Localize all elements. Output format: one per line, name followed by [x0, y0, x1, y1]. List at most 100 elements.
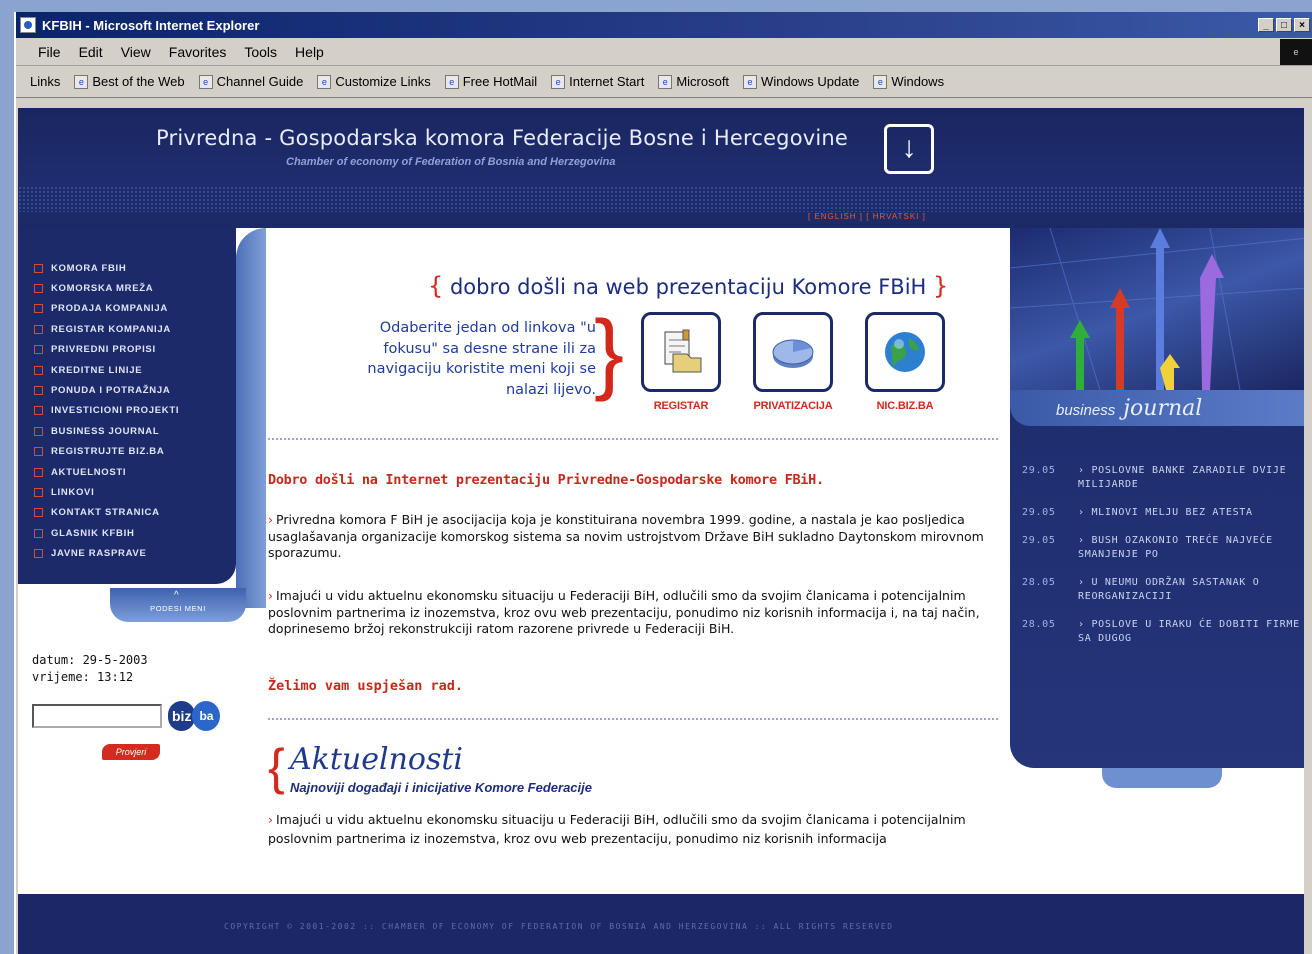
menu-favorites[interactable]: Favorites [169, 44, 227, 60]
news-item[interactable]: 28.05 POSLOVE U IRAKU ĆE DOBITI FIRME SA … [1022, 618, 1302, 646]
journal-panel-tail [1102, 768, 1222, 788]
link-label: Best of the Web [92, 74, 185, 89]
nav-item-investicioni[interactable]: INVESTICIONI PROJEKTI [34, 401, 179, 421]
nav-item-komora[interactable]: KOMORA FBIH [34, 258, 179, 278]
nav-item-label: AKTUELNOSTI [51, 466, 127, 478]
minimize-button[interactable]: _ [1258, 18, 1274, 32]
news-item[interactable]: 29.05 POSLOVNE BANKE ZARADILE DVIJE MILIJ… [1022, 464, 1302, 492]
nav-item-business-journal[interactable]: BUSINESS JOURNAL [34, 421, 179, 441]
pie-chart-icon [753, 312, 833, 392]
square-bullet-icon [34, 365, 43, 375]
news-title: U NEUMU ODRŽAN SASTANAK O REORGANIZACIJI [1078, 576, 1302, 604]
site-subtitle: Chamber of economy of Federation of Bosn… [286, 156, 616, 168]
link-customize-links[interactable]: e Customize Links [317, 74, 431, 89]
nav-item-registrujte[interactable]: REGISTRUJTE BIZ.BA [34, 442, 179, 462]
page-icon: e [873, 74, 888, 89]
paragraph-text: Privredna komora F BiH je asocijacija ko… [268, 512, 984, 560]
square-bullet-icon [34, 263, 43, 273]
focus-nic-biz-ba[interactable]: NIC.BIZ.BA [850, 312, 960, 412]
lang-hrvatski-link[interactable]: [ HRVATSKI ] [866, 212, 926, 221]
check-button[interactable]: Provjeri [102, 744, 160, 760]
arrow-down-icon[interactable]: ↓ [884, 124, 934, 174]
window-title: KFBIH - Microsoft Internet Explorer [42, 17, 260, 33]
journal-title: business journal [1056, 396, 1202, 421]
square-bullet-icon [34, 345, 43, 355]
browser-window: KFBIH - Microsoft Internet Explorer _ □ … [14, 12, 1312, 954]
square-bullet-icon [34, 508, 43, 518]
paragraph-3: › Imajući u vidu aktuelnu ekonomsku situa… [268, 810, 998, 848]
nav-item-propisi[interactable]: PRIVREDNI PROPISI [34, 340, 179, 360]
news-section-subtitle: Najnoviji događaji i inicijative Komore … [290, 780, 592, 795]
brace-open-icon: { [268, 739, 285, 795]
menu-file[interactable]: File [38, 44, 61, 60]
arrow-bullet-icon: › [268, 512, 273, 527]
news-item[interactable]: 29.05 BUSH OZAKONIO TREĆE NAJVEĆE SMANJEN… [1022, 534, 1302, 562]
nav-item-aktuelnosti[interactable]: AKTUELNOSTI [34, 462, 179, 482]
site-header: Privredna - Gospodarska komora Federacij… [18, 108, 1308, 228]
news-item[interactable]: 29.05 MLINOVI MELJU BEZ ATESTA [1022, 506, 1302, 520]
news-section-title: Aktuelnosti [290, 742, 463, 777]
link-label: Customize Links [335, 74, 431, 89]
nav-item-javne-rasprave[interactable]: JAVNE RASPRAVE [34, 543, 179, 563]
close-button[interactable]: × [1294, 18, 1310, 32]
main-heading: Dobro došli na Internet prezentaciju Pri… [268, 472, 824, 488]
welcome-text: dobro došli na web prezentaciju Komore F… [449, 275, 927, 299]
left-navigation: KOMORA FBIH KOMORSKA MREŽA PRODAJA KOMPA… [18, 228, 236, 584]
menu-tools[interactable]: Tools [244, 44, 277, 60]
journal-news-list: 29.05 POSLOVNE BANKE ZARADILE DVIJE MILIJ… [1022, 464, 1302, 660]
focus-registar[interactable]: REGISTAR [626, 312, 736, 412]
time-label: vrijeme: 13:12 [32, 670, 134, 684]
link-microsoft[interactable]: e Microsoft [658, 74, 729, 89]
nav-item-kontakt[interactable]: KONTAKT STRANICA [34, 503, 179, 523]
ie-app-icon [20, 17, 36, 33]
big-brace-icon: } [594, 303, 625, 403]
square-bullet-icon [34, 467, 43, 477]
menu-help[interactable]: Help [295, 44, 324, 60]
lang-english-link[interactable]: [ ENGLISH ] [808, 212, 863, 221]
nav-item-kreditne[interactable]: KREDITNE LINIJE [34, 360, 179, 380]
link-channel-guide[interactable]: e Channel Guide [198, 74, 304, 89]
links-bar: Links e Best of the Web e Channel Guide eC… [16, 66, 1312, 98]
link-free-hotmail[interactable]: e Free HotMail [444, 74, 537, 89]
nav-item-registar[interactable]: REGISTAR KOMPANIJA [34, 319, 179, 339]
domain-search-input[interactable] [32, 704, 162, 728]
maximize-button[interactable]: □ [1276, 18, 1292, 32]
focus-label: NIC.BIZ.BA [876, 400, 934, 412]
nav-item-label: KONTAKT STRANICA [51, 507, 160, 519]
growth-arrows-image [1010, 228, 1308, 390]
vertical-scrollbar[interactable] [1304, 108, 1312, 954]
journal-title-journal: journal [1123, 396, 1203, 421]
nav-item-label: KOMORA FBIH [51, 262, 127, 274]
arrow-bullet-icon: › [268, 588, 273, 603]
nav-item-linkovi[interactable]: LINKOVI [34, 482, 179, 502]
nav-item-label: REGISTRUJTE BIZ.BA [51, 446, 165, 458]
link-best-of-web[interactable]: e Best of the Web [74, 74, 185, 89]
nav-item-glasnik[interactable]: GLASNIK KFBIH [34, 523, 179, 543]
nav-item-label: KOMORSKA MREŽA [51, 283, 154, 295]
link-windows-update[interactable]: e Windows Update [743, 74, 859, 89]
link-windows[interactable]: e Windows [873, 74, 944, 89]
news-item[interactable]: 28.05 U NEUMU ODRŽAN SASTANAK O REORGANIZ… [1022, 576, 1302, 604]
wish-text: Želimo vam uspješan rad. [268, 678, 464, 694]
nav-item-prodaja[interactable]: PRODAJA KOMPANIJA [34, 299, 179, 319]
focus-privatizacija[interactable]: PRIVATIZACIJA [738, 312, 848, 412]
nav-item-label: KREDITNE LINIJE [51, 364, 143, 376]
menu-settings-button[interactable]: PODESI MENI [110, 588, 246, 622]
paragraph-2: › Imajući u vidu aktuelnu ekonomsku situa… [268, 588, 998, 638]
window-controls: _ □ × [1258, 18, 1312, 32]
link-label: Microsoft [676, 74, 730, 89]
menu-edit[interactable]: Edit [79, 44, 103, 60]
menu-view[interactable]: View [121, 44, 151, 60]
focus-label: PRIVATIZACIJA [753, 400, 833, 412]
news-title: BUSH OZAKONIO TREĆE NAJVEĆE SMANJENJE PO [1078, 534, 1302, 562]
biz-logo-text: biz [168, 701, 196, 731]
nav-item-label: LINKOVI [51, 486, 95, 498]
link-label: Channel Guide [216, 74, 304, 89]
link-internet-start[interactable]: e Internet Start [551, 74, 644, 89]
brace-close-icon: } [933, 272, 949, 300]
nav-list: KOMORA FBIH KOMORSKA MREŽA PRODAJA KOMPA… [34, 258, 179, 564]
nav-item-ponuda[interactable]: PONUDA I POTRAŽNJA [34, 380, 179, 400]
focus-label: REGISTAR [653, 400, 709, 412]
bizba-logo: biz ba [168, 701, 221, 731]
nav-item-komorska-mreza[interactable]: KOMORSKA MREŽA [34, 278, 179, 298]
